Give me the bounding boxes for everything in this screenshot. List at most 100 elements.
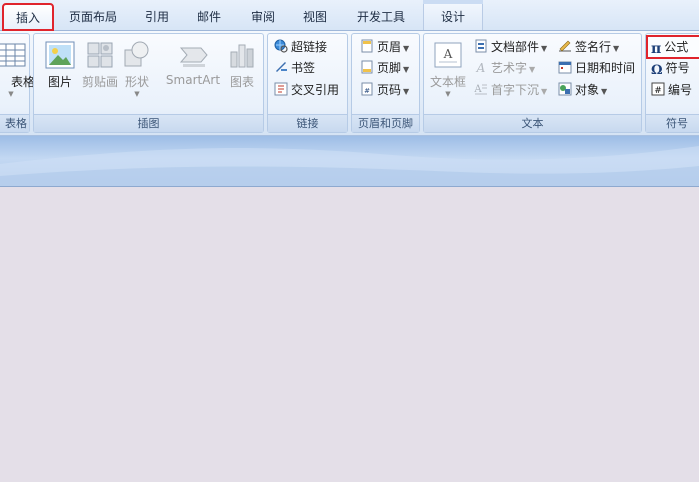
- shapes-label: 形状: [124, 75, 149, 89]
- object-icon: [558, 82, 572, 96]
- smartart-icon: [179, 47, 208, 67]
- chevron-down-icon: ▼: [529, 65, 536, 74]
- shapes-button[interactable]: 形状 ▼: [116, 38, 158, 100]
- smartart-label: SmartArt: [165, 73, 221, 87]
- svg-text:#: #: [364, 87, 370, 95]
- pi-icon: π: [651, 41, 662, 57]
- wordart-icon: A: [476, 61, 486, 74]
- equation-label: 公式: [664, 40, 689, 54]
- group-header-footer: 页眉 ▼ 页脚 ▼ # 页码 ▼ 页眉和页脚: [351, 33, 420, 133]
- group-label-links: 链接: [268, 114, 347, 132]
- group-label-illustrations: 插图: [34, 114, 263, 132]
- chevron-down-icon: ▼: [134, 90, 140, 98]
- datetime-button[interactable]: 日期和时间: [558, 58, 635, 78]
- group-text: A 文本框 ▼ 文档部件 ▼ A 艺术字 ▼ A 首字下沉 ▼ 签名行 ▼ 日期…: [423, 33, 642, 133]
- group-links: 超链接 书签 交叉引用 链接: [267, 33, 348, 133]
- tab-insert[interactable]: 插入: [2, 3, 54, 31]
- footer-button[interactable]: 页脚 ▼: [360, 58, 409, 78]
- smartart-button[interactable]: SmartArt: [162, 38, 224, 100]
- group-symbols: π 公式 Ω 符号 # 编号 符号: [645, 33, 699, 133]
- wordart-button[interactable]: A 艺术字 ▼: [474, 58, 536, 78]
- tab-mailings[interactable]: 邮件: [186, 4, 232, 30]
- globe-link-icon: [274, 39, 288, 53]
- number-button[interactable]: # 编号: [651, 80, 692, 100]
- tab-page-layout[interactable]: 页面布局: [58, 4, 128, 30]
- chevron-down-icon: ▼: [541, 87, 548, 96]
- chart-icon: [230, 44, 254, 68]
- ribbon: 表格 ▼ 表格 图片 剪贴画 形状 ▼ SmartArt 图表 插图 超链接 书…: [0, 31, 699, 136]
- svg-text:A: A: [474, 84, 482, 95]
- quickparts-label: 文档部件: [491, 40, 540, 54]
- textbox-label: 文本框: [429, 75, 466, 89]
- calendar-icon: [558, 61, 572, 74]
- equation-button[interactable]: π 公式: [646, 35, 699, 59]
- crossref-label: 交叉引用: [291, 83, 340, 97]
- quickparts-button[interactable]: 文档部件 ▼: [474, 37, 547, 57]
- tab-design[interactable]: 设计: [423, 4, 483, 30]
- signature-icon: [559, 40, 571, 52]
- number-label: 编号: [668, 83, 693, 97]
- svg-text:A: A: [443, 47, 453, 61]
- tab-developer[interactable]: 开发工具: [344, 4, 418, 30]
- group-label-table: 表格: [0, 114, 29, 132]
- svg-text:A: A: [476, 61, 486, 74]
- bookmark-button[interactable]: 书签: [274, 58, 315, 78]
- chevron-down-icon: ▼: [541, 44, 548, 53]
- chevron-down-icon: ▼: [403, 44, 410, 53]
- datetime-label: 日期和时间: [575, 61, 636, 75]
- chevron-down-icon: ▼: [445, 90, 451, 98]
- footer-icon: [361, 60, 373, 74]
- symbol-button[interactable]: Ω 符号: [651, 58, 690, 78]
- page-number-button[interactable]: # 页码 ▼: [360, 80, 409, 100]
- crossref-icon: [274, 82, 288, 96]
- group-label-text: 文本: [424, 114, 641, 132]
- dropcap-button[interactable]: A 首字下沉 ▼: [474, 80, 547, 100]
- document-header-band: [0, 136, 699, 187]
- textbox-button[interactable]: A 文本框 ▼: [426, 38, 470, 100]
- group-label-header-footer: 页眉和页脚: [352, 114, 419, 132]
- chevron-down-icon: ▼: [8, 90, 14, 98]
- omega-icon: Ω: [651, 63, 663, 78]
- picture-icon: [45, 41, 75, 69]
- ribbon-tab-bar: 插入 页面布局 引用 邮件 审阅 视图 开发工具 设计: [0, 0, 699, 31]
- bookmark-icon: [276, 62, 287, 72]
- crossref-button[interactable]: 交叉引用: [274, 80, 339, 100]
- table-button-label: 表格: [10, 75, 35, 89]
- chevron-down-icon: ▼: [601, 87, 608, 96]
- page-number-icon: #: [361, 82, 373, 96]
- chart-label: 图表: [229, 75, 254, 89]
- dropcap-icon: A: [474, 84, 487, 95]
- group-illustrations: 图片 剪贴画 形状 ▼ SmartArt 图表 插图: [33, 33, 264, 133]
- svg-text:#: #: [654, 86, 662, 96]
- bookmark-label: 书签: [291, 61, 316, 75]
- chevron-down-icon: ▼: [403, 65, 410, 74]
- header-button[interactable]: 页眉 ▼: [360, 37, 409, 57]
- page-number-label: 页码: [377, 83, 402, 97]
- tab-review[interactable]: 审阅: [240, 4, 286, 30]
- group-label-symbols: 符号: [646, 114, 699, 132]
- dropcap-label: 首字下沉: [491, 83, 540, 97]
- table-button[interactable]: 表格 ▼: [0, 38, 35, 100]
- document-area[interactable]: [0, 187, 699, 482]
- header-icon: [361, 39, 373, 53]
- number-icon: #: [651, 82, 665, 96]
- chart-button[interactable]: 图表: [222, 38, 262, 100]
- tab-references[interactable]: 引用: [134, 4, 180, 30]
- hyperlink-button[interactable]: 超链接: [274, 37, 327, 57]
- footer-label: 页脚: [377, 61, 402, 75]
- signature-line-button[interactable]: 签名行 ▼: [558, 37, 619, 57]
- shapes-icon: [124, 41, 149, 67]
- quickparts-icon: [475, 39, 487, 53]
- tab-view[interactable]: 视图: [292, 4, 338, 30]
- chevron-down-icon: ▼: [403, 87, 410, 96]
- wordart-label: 艺术字: [491, 61, 528, 75]
- object-button[interactable]: 对象 ▼: [558, 80, 607, 100]
- header-label: 页眉: [377, 40, 402, 54]
- signature-line-label: 签名行: [575, 40, 612, 54]
- symbol-label: 符号: [665, 61, 690, 75]
- decorative-wave: [0, 146, 699, 186]
- object-label: 对象: [575, 83, 600, 97]
- textbox-icon: A: [434, 42, 462, 68]
- hyperlink-label: 超链接: [291, 40, 328, 54]
- clipart-icon: [87, 42, 113, 68]
